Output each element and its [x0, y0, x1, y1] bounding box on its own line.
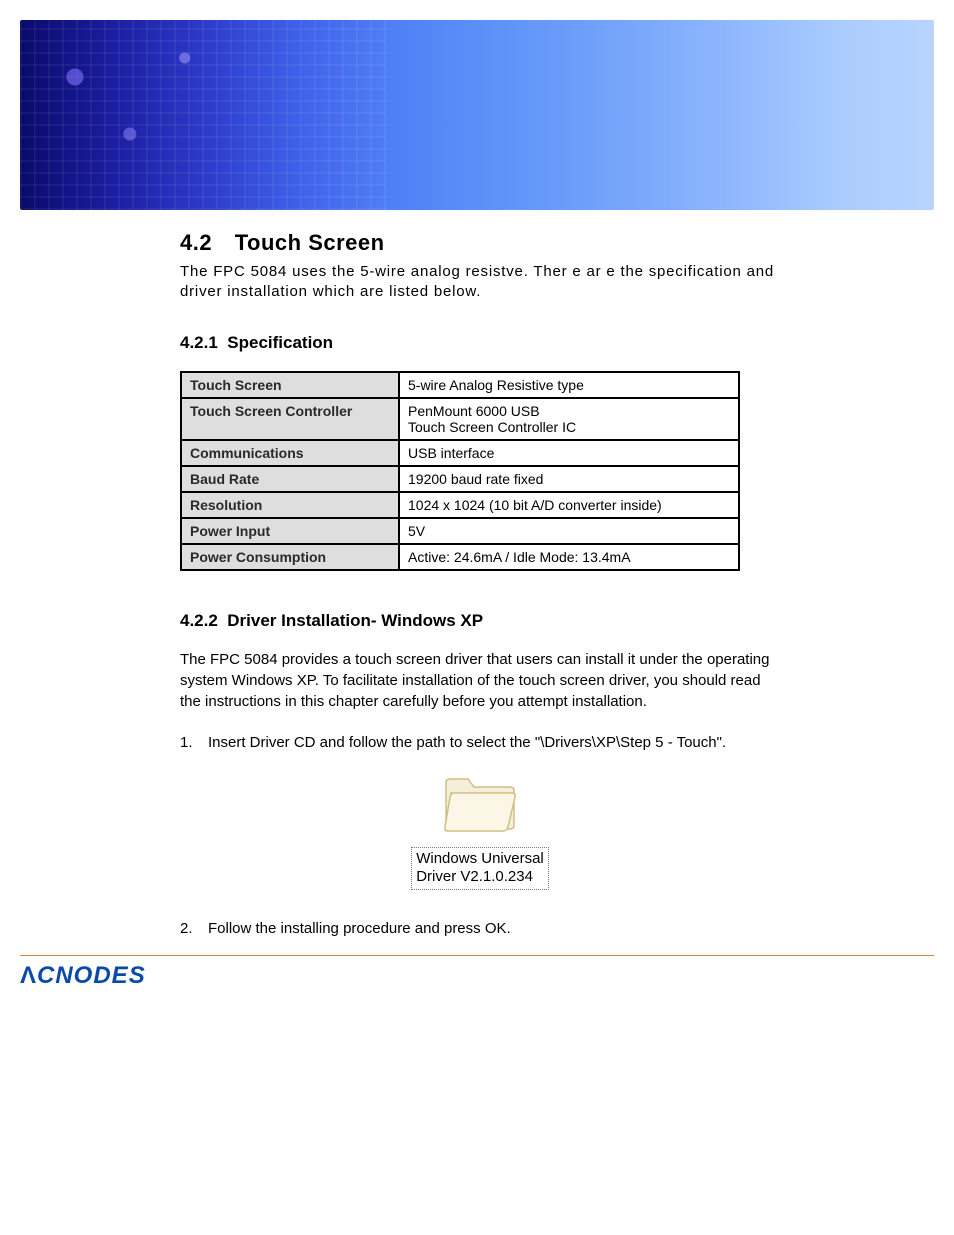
step-text: Follow the installing procedure and pres…: [208, 920, 780, 937]
spec-label: Baud Rate: [181, 466, 399, 492]
folder-label: Windows Universal Driver V2.1.0.234: [411, 847, 549, 891]
header-banner: [20, 20, 934, 210]
spec-number: 4.2.1: [180, 333, 218, 352]
step-number: 2.: [180, 920, 208, 937]
step-text: Insert Driver CD and follow the path to …: [208, 734, 780, 751]
table-row: Power Input 5V: [181, 518, 739, 544]
table-row: Power Consumption Active: 24.6mA / Idle …: [181, 544, 739, 570]
step-number: 1.: [180, 734, 208, 751]
section-intro: The FPC 5084 uses the 5-wire analog resi…: [180, 262, 780, 303]
spec-value: 5V: [399, 518, 739, 544]
spec-value: Active: 24.6mA / Idle Mode: 13.4mA: [399, 544, 739, 570]
spec-title: Specification: [227, 333, 333, 352]
spec-value: USB interface: [399, 440, 739, 466]
section-number: 4.2: [180, 230, 212, 255]
page-content: 4.2 Touch Screen The FPC 5084 uses the 5…: [180, 230, 780, 937]
spec-value: PenMount 6000 USB Touch Screen Controlle…: [399, 398, 739, 440]
table-row: Touch Screen Controller PenMount 6000 US…: [181, 398, 739, 440]
brand-lambda-icon: Λ: [20, 962, 37, 989]
table-row: Touch Screen 5-wire Analog Resistive typ…: [181, 372, 739, 398]
spec-label: Communications: [181, 440, 399, 466]
brand-logo: ΛCNODES: [20, 962, 954, 990]
spec-label: Power Input: [181, 518, 399, 544]
brand-text: CNODES: [37, 962, 146, 989]
spec-label: Resolution: [181, 492, 399, 518]
spec-table: Touch Screen 5-wire Analog Resistive typ…: [180, 371, 740, 571]
spec-value: 19200 baud rate fixed: [399, 466, 739, 492]
table-row: Resolution 1024 x 1024 (10 bit A/D conve…: [181, 492, 739, 518]
table-row: Communications USB interface: [181, 440, 739, 466]
folder-label-line1: Windows Universal: [416, 850, 544, 867]
spec-value: 1024 x 1024 (10 bit A/D converter inside…: [399, 492, 739, 518]
driver-heading: 4.2.2 Driver Installation- Windows XP: [180, 611, 780, 631]
driver-number: 4.2.2: [180, 611, 218, 630]
folder-label-line2: Driver V2.1.0.234: [416, 868, 533, 885]
spec-value: 5-wire Analog Resistive type: [399, 372, 739, 398]
spec-label: Touch Screen: [181, 372, 399, 398]
spec-heading: 4.2.1 Specification: [180, 333, 780, 353]
table-row: Baud Rate 19200 baud rate fixed: [181, 466, 739, 492]
spec-label: Power Consumption: [181, 544, 399, 570]
spec-label: Touch Screen Controller: [181, 398, 399, 440]
footer-divider: [20, 955, 934, 956]
section-title: Touch Screen: [235, 230, 385, 255]
folder-item: Windows Universal Driver V2.1.0.234: [380, 769, 580, 891]
driver-paragraph: The FPC 5084 provides a touch screen dri…: [180, 649, 780, 712]
driver-title: Driver Installation- Windows XP: [227, 611, 483, 630]
folder-icon: [435, 769, 525, 839]
step-item: 2. Follow the installing procedure and p…: [180, 920, 780, 937]
section-heading: 4.2 Touch Screen: [180, 230, 780, 256]
step-item: 1. Insert Driver CD and follow the path …: [180, 734, 780, 751]
